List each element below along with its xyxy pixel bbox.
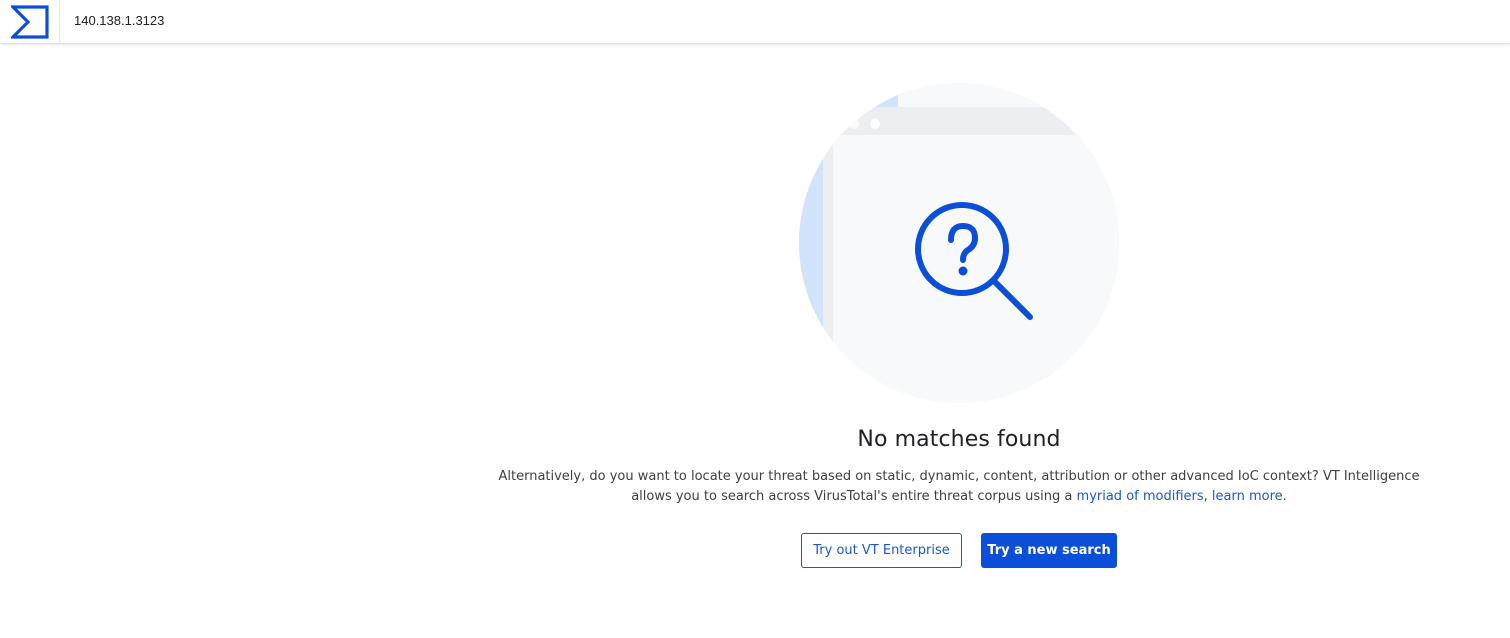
description-text: Alternatively, do you want to locate you…	[480, 467, 1438, 507]
myriad-of-modifiers-link[interactable]: myriad of modifiers	[1077, 489, 1204, 504]
learn-more-link[interactable]: learn more	[1212, 489, 1283, 504]
virustotal-sigma-logo-icon	[10, 4, 49, 39]
try-vt-enterprise-button[interactable]: Try out VT Enterprise	[801, 533, 962, 568]
description-separator: ,	[1203, 489, 1212, 504]
virustotal-logo[interactable]	[0, 0, 60, 43]
no-results-illustration	[799, 83, 1119, 403]
try-new-search-button[interactable]: Try a new search	[981, 533, 1117, 568]
description-end: .	[1282, 489, 1287, 504]
search-input[interactable]	[61, 0, 1501, 40]
top-bar	[0, 0, 1510, 43]
page-title: No matches found	[857, 427, 1061, 452]
